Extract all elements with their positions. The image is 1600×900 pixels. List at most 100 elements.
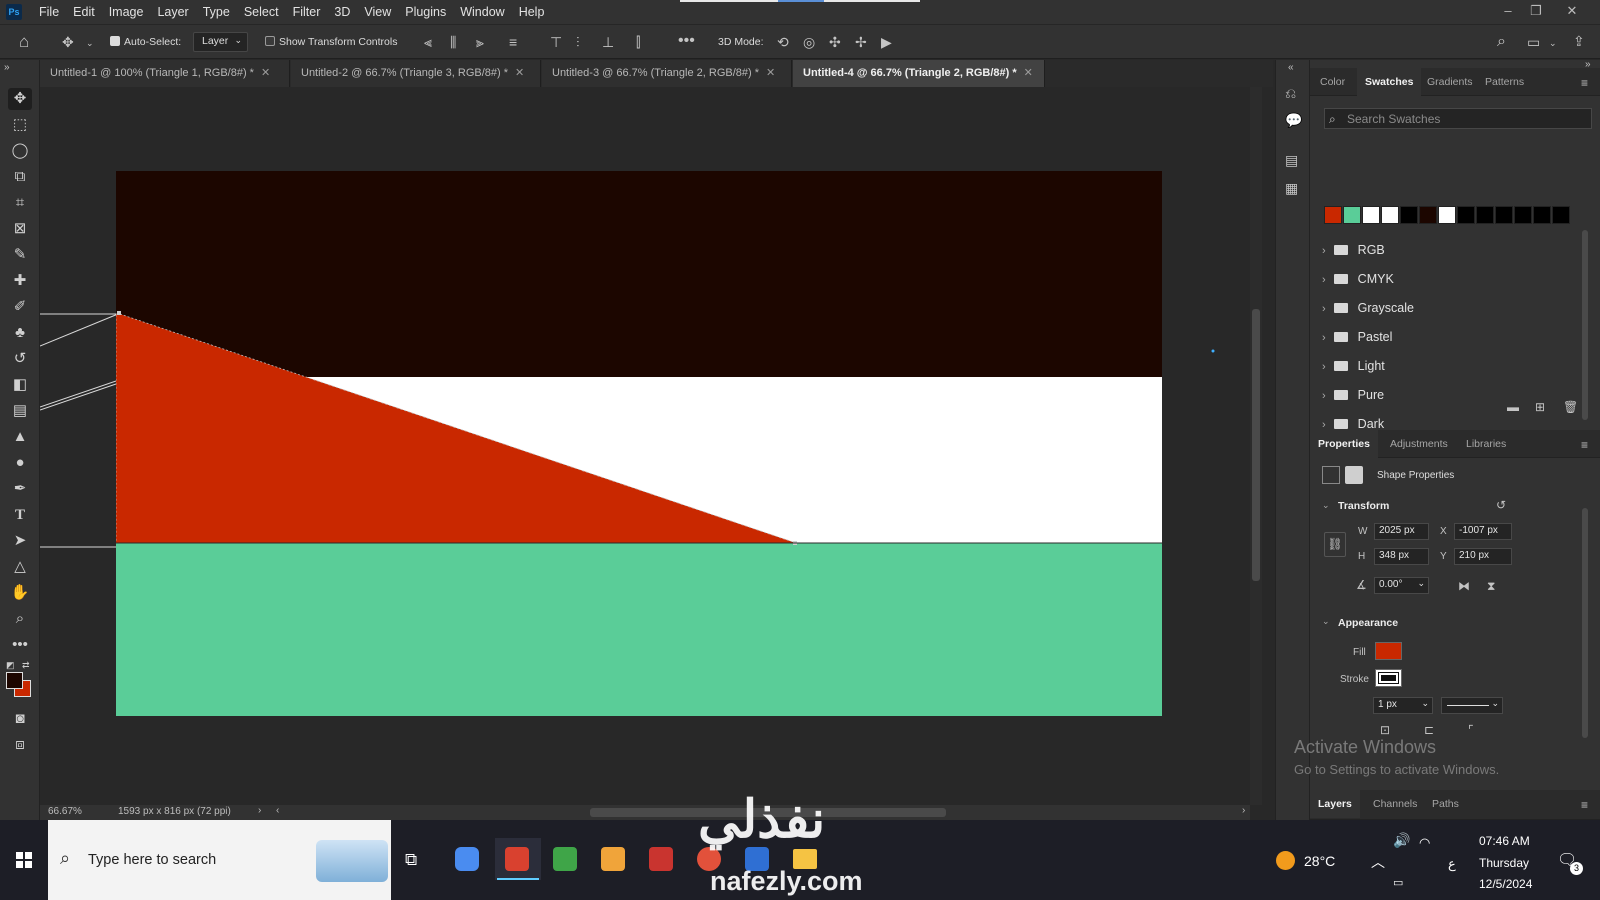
tab-channels[interactable]: Channels (1373, 790, 1417, 818)
copilot-icon[interactable] (455, 847, 479, 871)
link-icon[interactable]: ⛓ (1324, 532, 1346, 557)
healing-brush-tool-icon[interactable]: ✚ (8, 270, 32, 292)
color-swatch[interactable] (1457, 206, 1475, 224)
move-tool-icon[interactable]: ✥ (8, 88, 32, 110)
x-field[interactable]: -1007 px (1454, 523, 1512, 540)
eyedropper-tool-icon[interactable]: ✎ (8, 244, 32, 266)
history-brush-tool-icon[interactable]: ↺ (8, 348, 32, 370)
color-swatch[interactable] (1343, 206, 1361, 224)
align-center-icon[interactable]: ⫼ (450, 34, 456, 50)
stroke-color-swatch[interactable] (1375, 669, 1402, 687)
chevron-right-icon[interactable]: › (1322, 245, 1326, 257)
stroke-align-icon[interactable]: ⊡ (1380, 722, 1390, 738)
close-icon[interactable]: ✕ (1556, 0, 1588, 24)
panel-menu-icon[interactable]: ≡ (1581, 797, 1588, 813)
panel-menu-icon[interactable]: ≡ (1581, 75, 1588, 91)
doc-tab[interactable]: Untitled-3 @ 66.7% (Triangle 2, RGB/8#) … (542, 60, 792, 87)
reset-transform-icon[interactable]: ↺ (1496, 497, 1506, 513)
transform-section-title[interactable]: Transform (1338, 500, 1389, 512)
close-tab-icon[interactable]: ✕ (515, 67, 524, 79)
vertical-scrollbar[interactable] (1250, 87, 1262, 805)
height-field[interactable]: 348 px (1374, 548, 1429, 565)
menu-image[interactable]: Image (102, 0, 151, 24)
color-swatch[interactable] (1362, 206, 1380, 224)
temperature[interactable]: 28°C (1304, 853, 1335, 869)
chevron-down-icon[interactable]: ⌄ (1549, 35, 1557, 51)
foreground-color-swatch[interactable] (6, 672, 23, 689)
new-group-icon[interactable]: ▬ (1507, 399, 1519, 415)
doc-tab[interactable]: Untitled-2 @ 66.7% (Triangle 3, RGB/8#) … (291, 60, 541, 87)
chevron-down-icon[interactable]: ⌄ (1322, 500, 1330, 511)
delete-icon[interactable]: 🗑 (1563, 399, 1578, 415)
stroke-style-dropdown[interactable]: ⌄ (1441, 697, 1503, 714)
distribute-vertical-icon[interactable]: ⫿ (636, 34, 640, 50)
menu-select[interactable]: Select (237, 0, 286, 24)
default-colors-icon[interactable]: ◩ (6, 660, 15, 671)
path-selection-tool-icon[interactable]: ➤ (8, 530, 32, 552)
color-swatch[interactable] (1438, 206, 1456, 224)
stroke-width-field[interactable]: 1 px ⌄ (1373, 697, 1433, 714)
dodge-tool-icon[interactable]: ● (8, 452, 32, 474)
volume-icon[interactable]: 🔊 (1393, 832, 1410, 849)
tab-properties[interactable]: Properties (1310, 430, 1378, 458)
chevron-right-icon[interactable]: › (1322, 274, 1326, 286)
swatch-folder[interactable]: › Pure (1322, 381, 1384, 409)
color-swatch[interactable] (1419, 206, 1437, 224)
crop-tool-icon[interactable]: ⌗ (8, 192, 32, 214)
3d-pan-icon[interactable]: ✣ (829, 34, 841, 50)
triangle-polygon[interactable] (116, 313, 797, 544)
chevron-right-icon[interactable]: › (258, 805, 261, 816)
appearance-section-title[interactable]: Appearance (1338, 617, 1398, 629)
app-icon[interactable] (553, 847, 577, 871)
close-tab-icon[interactable]: ✕ (1024, 67, 1033, 79)
tab-gradients[interactable]: Gradients (1427, 68, 1473, 96)
share-icon[interactable]: ⇪ (1573, 33, 1585, 49)
y-field[interactable]: 210 px (1454, 548, 1512, 565)
clock-date[interactable]: 12/5/2024 (1479, 877, 1532, 891)
shape-transform-icon[interactable] (1322, 466, 1340, 484)
eraser-tool-icon[interactable]: ◧ (8, 374, 32, 396)
swatch-folder[interactable]: › CMYK (1322, 265, 1394, 293)
document-info[interactable]: 1593 px x 816 px (72 ppi) (118, 806, 231, 817)
type-tool-icon[interactable]: T (8, 504, 32, 526)
menu-edit[interactable]: Edit (66, 0, 102, 24)
color-swatch[interactable] (1400, 206, 1418, 224)
app-icon[interactable] (601, 847, 625, 871)
chevron-right-icon[interactable]: › (1322, 332, 1326, 344)
collapse-panel-icon[interactable]: « (1288, 60, 1294, 76)
angle-field[interactable]: 0.00° ⌄ (1374, 577, 1429, 594)
swatches-scroll-thumb[interactable] (1582, 230, 1588, 420)
brush-tool-icon[interactable]: ✐ (8, 296, 32, 318)
stroke-cap-icon[interactable]: ⊏ (1424, 722, 1434, 738)
flip-horizontal-icon[interactable]: ⧓ (1458, 578, 1470, 594)
search-swatches-field[interactable]: ⌕ Search Swatches (1324, 108, 1592, 129)
workspace-icon[interactable]: ▭ (1527, 34, 1540, 50)
clock-time[interactable]: 07:46 AM (1479, 834, 1530, 848)
panel-menu-icon[interactable]: ≡ (1581, 437, 1588, 453)
weather-icon[interactable] (1276, 851, 1295, 870)
screen-mode-icon[interactable]: ⧈ (8, 734, 32, 756)
width-field[interactable]: 2025 px (1374, 523, 1429, 540)
restore-icon[interactable]: ❐ (1520, 0, 1552, 24)
swatch-folder[interactable]: › RGB (1322, 236, 1385, 264)
zoom-level[interactable]: 66.67% (48, 806, 82, 817)
align-right-icon[interactable]: ⫸ (476, 34, 484, 50)
comments-icon[interactable]: 💬 (1285, 112, 1302, 128)
app-icon[interactable] (505, 847, 529, 871)
doc-tab[interactable]: Untitled-1 @ 100% (Triangle 1, RGB/8#) *… (40, 60, 290, 87)
swatch-folder[interactable]: › Pastel (1322, 323, 1392, 351)
color-swatch[interactable] (1495, 206, 1513, 224)
tab-patterns[interactable]: Patterns (1485, 68, 1524, 96)
doc-tab-active[interactable]: Untitled-4 @ 66.7% (Triangle 2, RGB/8#) … (793, 60, 1045, 87)
photoshop-logo-icon[interactable]: Ps (6, 4, 22, 20)
object-select-tool-icon[interactable]: ⧉ (8, 166, 32, 188)
color-swatch[interactable] (1533, 206, 1551, 224)
align-top-icon[interactable]: ⊤ (550, 34, 562, 50)
chevron-right-icon[interactable]: › (1322, 390, 1326, 402)
shape-tool-icon[interactable]: △ (8, 556, 32, 578)
menu-view[interactable]: View (357, 0, 398, 24)
layer-dropdown[interactable]: Layer ⌄ (193, 32, 248, 52)
flip-vertical-icon[interactable]: ⧗ (1487, 578, 1495, 594)
swap-colors-icon[interactable]: ⇄ (22, 660, 30, 671)
tab-color[interactable]: Color (1320, 68, 1345, 96)
